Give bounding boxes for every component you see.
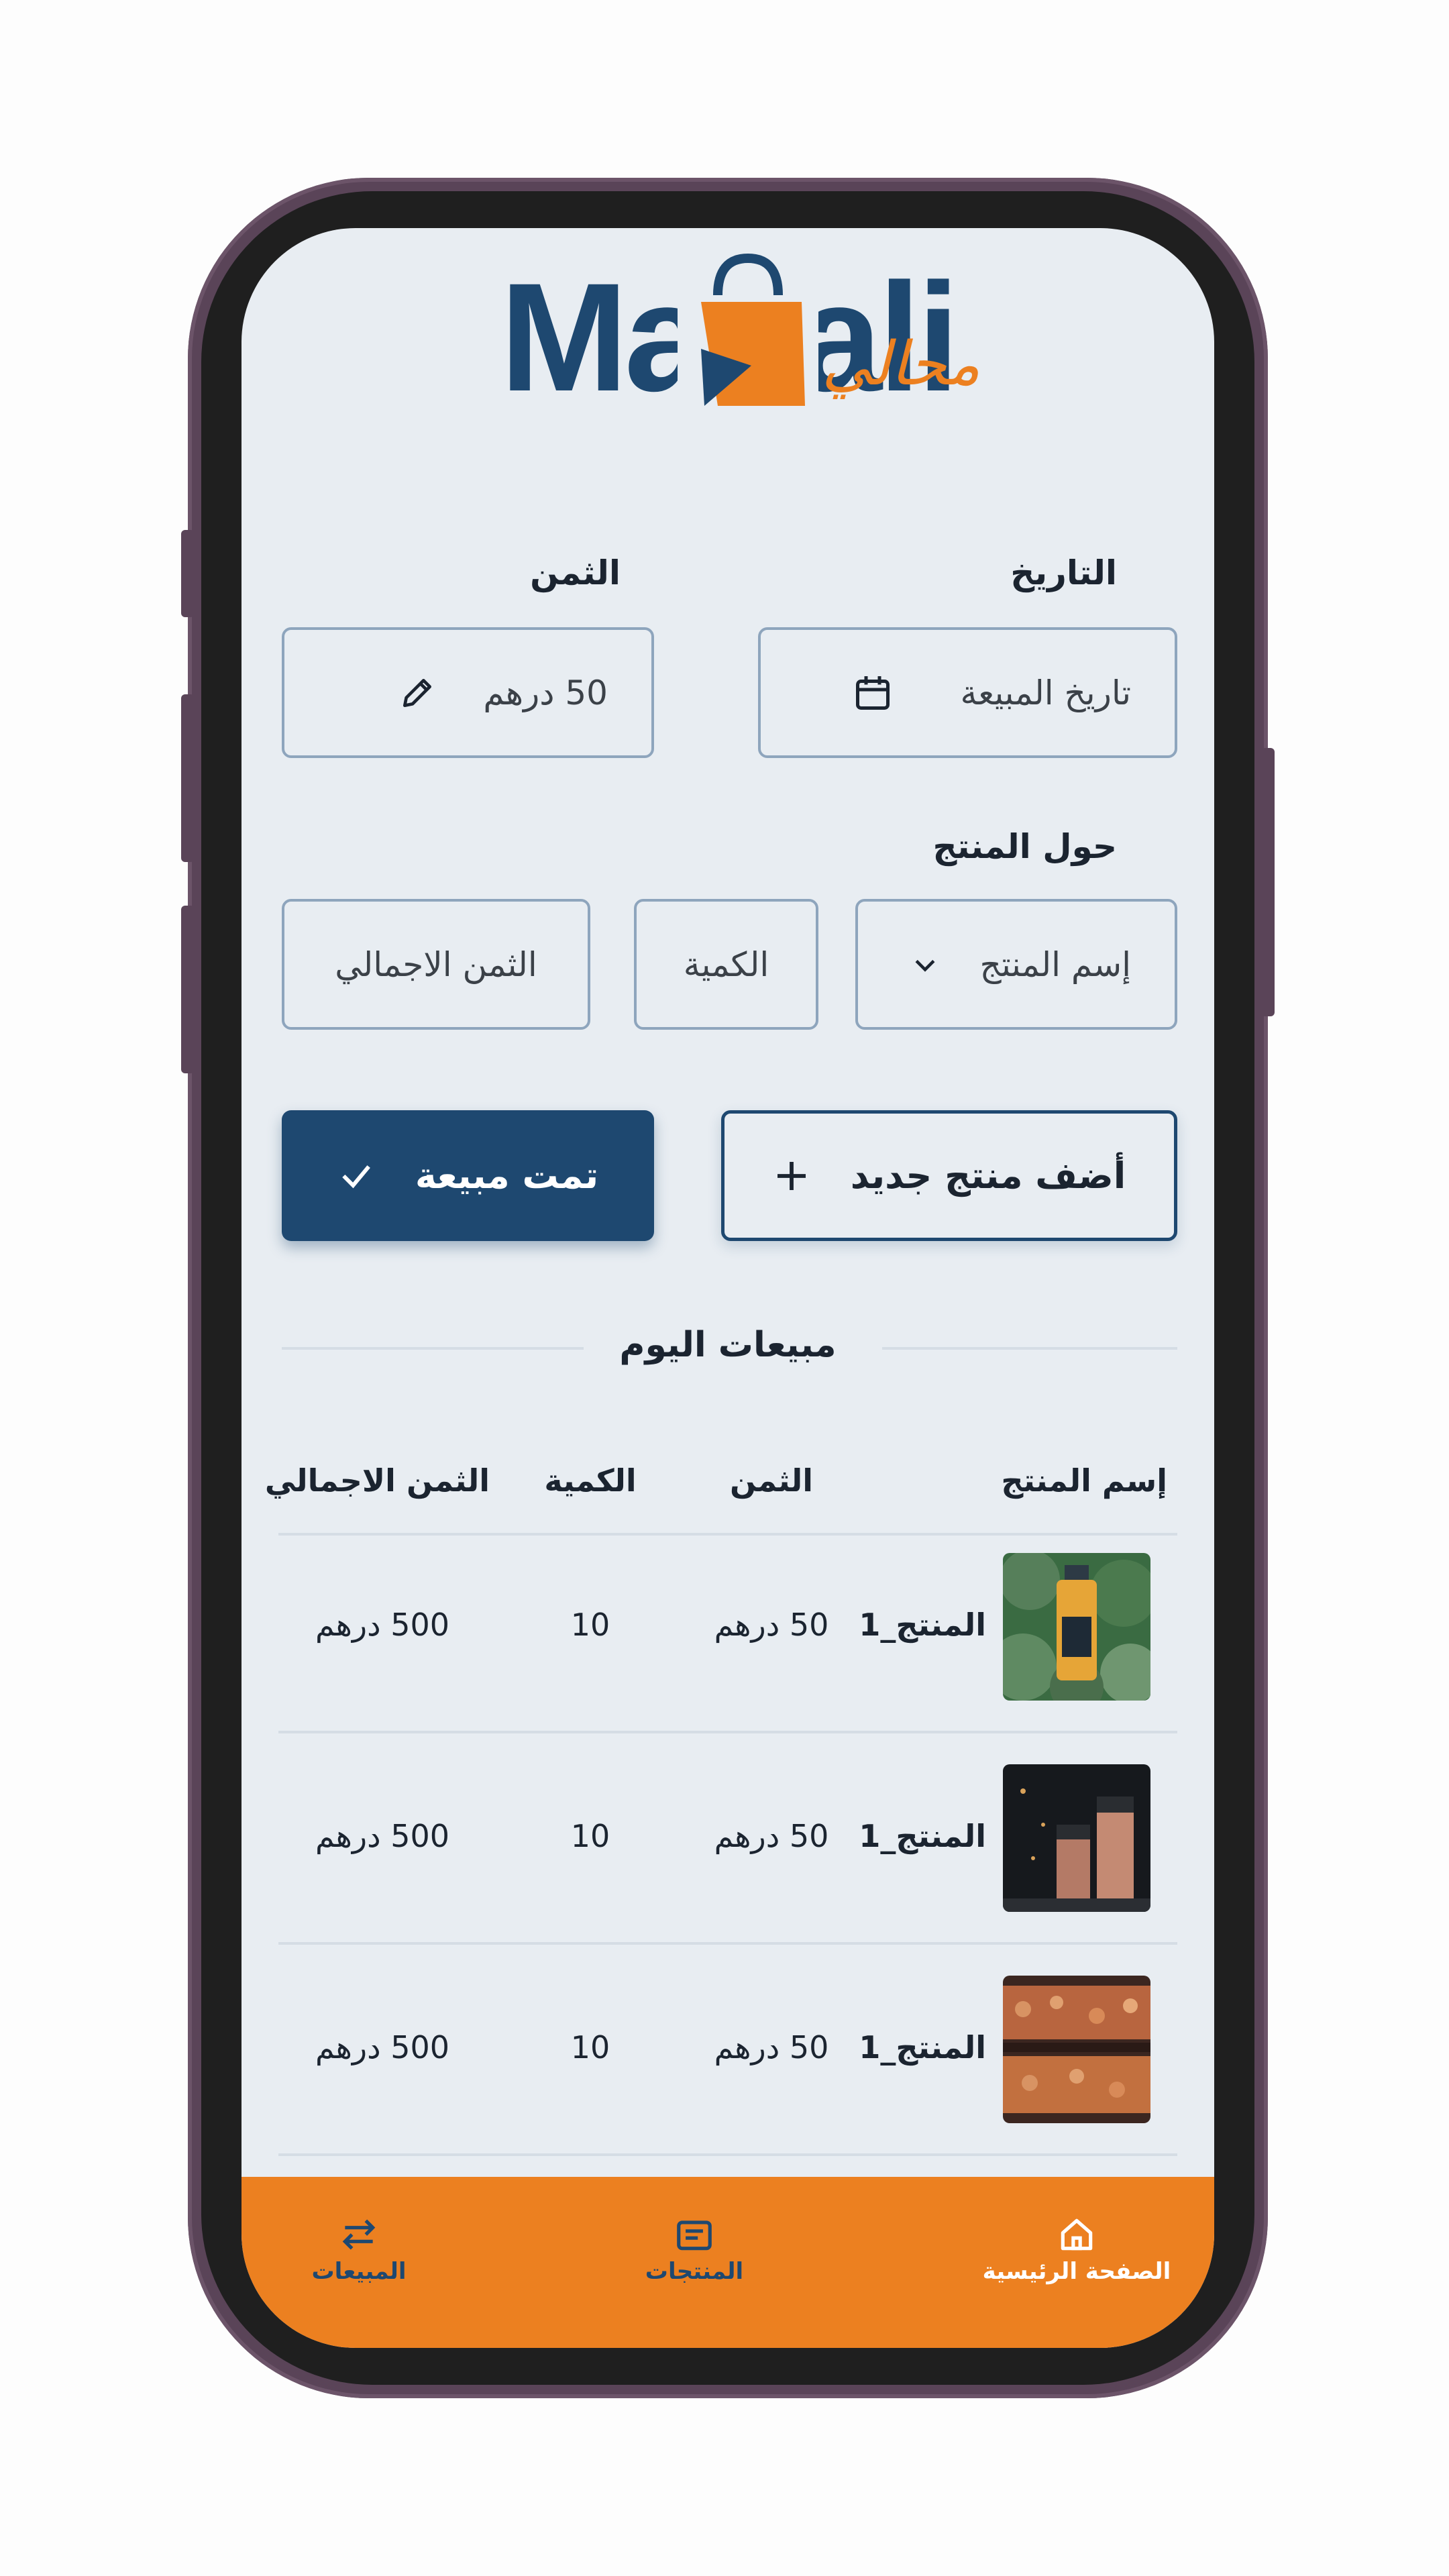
product-quantity: 10 (570, 1607, 610, 1643)
product-price: 50 درهم (714, 1818, 829, 1854)
product-thumbnail (1003, 1764, 1150, 1912)
calendar-icon (856, 676, 890, 710)
bottom-navbar: الصفحة الرئيسية المنتجات المبيعات (241, 2177, 1214, 2348)
product-name: المنتج_1 (859, 2029, 986, 2065)
nav-label-home: الصفحة الرئيسية (982, 2258, 1171, 2285)
check-icon (342, 1165, 370, 1188)
price-label: الثمن (530, 553, 621, 592)
add-product-button[interactable]: أضف منتج جديد (721, 1110, 1177, 1241)
row-divider (278, 2153, 1177, 2156)
pencil-icon (403, 678, 432, 707)
row-divider (278, 1731, 1177, 1733)
quantity-placeholder: الكمية (683, 945, 769, 984)
product-thumbnail (1003, 1553, 1150, 1701)
row-divider (278, 1942, 1177, 1945)
product-total: 500 درهم (315, 1607, 449, 1643)
phone-side-button (1261, 748, 1275, 1016)
product-name: المنتج_1 (859, 1818, 986, 1854)
sale-date-field[interactable]: تاريخ المبيعة (758, 627, 1177, 758)
product-section-label: حول المنتج (932, 827, 1117, 866)
price-field[interactable]: 50 درهم (282, 627, 654, 758)
nav-item-home[interactable]: الصفحة الرئيسية (966, 2214, 1187, 2285)
product-name-select[interactable]: إسم المنتج (855, 899, 1177, 1030)
sale-done-button[interactable]: تمت مبيعة (282, 1110, 654, 1241)
sale-date-placeholder: تاريخ المبيعة (960, 673, 1131, 712)
today-sales-title: مبيعات اليوم (619, 1325, 837, 1365)
product-name: المنتج_1 (859, 1607, 986, 1643)
table-row[interactable]: المنتج_1 50 درهم 10 500 درهم (241, 1553, 1214, 1701)
product-quantity: 10 (570, 1818, 610, 1854)
juice-bottle-image (1003, 1553, 1150, 1701)
nuts-jars-image (1003, 1976, 1150, 2123)
chevron-down-icon (915, 959, 935, 972)
nav-label-sales: المبيعات (311, 2258, 407, 2285)
table-row[interactable]: المنتج_1 50 درهم 10 500 درهم (241, 1976, 1214, 2123)
nav-item-sales[interactable]: المبيعات (292, 2214, 426, 2285)
product-total: 500 درهم (315, 1818, 449, 1854)
quantity-field[interactable]: الكمية (634, 899, 818, 1030)
title-divider-left (282, 1347, 584, 1350)
date-label: التاريخ (1010, 553, 1117, 592)
header-divider (278, 1533, 1177, 1536)
product-price: 50 درهم (714, 1607, 829, 1643)
column-header-price: الثمن (729, 1462, 814, 1499)
product-name-placeholder: إسم المنتج (979, 945, 1131, 984)
phone-side-button (181, 530, 195, 617)
phone-side-button (181, 906, 195, 1073)
table-row[interactable]: المنتج_1 50 درهم 10 500 درهم (241, 1764, 1214, 1912)
nav-item-products[interactable]: المنتجات (607, 2214, 782, 2285)
title-divider-right (882, 1347, 1177, 1350)
add-product-label: أضف منتج جديد (850, 1155, 1126, 1197)
dark-bottles-image (1003, 1764, 1150, 1912)
column-header-name: إسم المنتج (1001, 1462, 1167, 1499)
column-header-total: الثمن الاجمالي (264, 1462, 490, 1499)
product-thumbnail (1003, 1976, 1150, 2123)
total-price-field[interactable]: الثمن الاجمالي (282, 899, 590, 1030)
nav-label-products: المنتجات (645, 2258, 744, 2285)
total-price-placeholder: الثمن الاجمالي (335, 945, 537, 984)
column-header-quantity: الكمية (544, 1462, 637, 1499)
app-logo: Mahali محالي (500, 248, 980, 429)
swap-arrows-icon (342, 2219, 376, 2250)
product-price: 50 درهم (714, 2029, 829, 2065)
products-icon (677, 2220, 712, 2251)
plus-icon (777, 1161, 806, 1190)
price-value: 50 درهم (483, 673, 608, 712)
shopping-bag-icon (678, 248, 818, 416)
home-icon (1061, 2218, 1093, 2251)
product-quantity: 10 (570, 2029, 610, 2065)
sale-done-label: تمت مبيعة (415, 1155, 599, 1197)
product-total: 500 درهم (315, 2029, 449, 2065)
app-screen: Mahali محالي التاريخ الثمن تاريخ المبيعة… (241, 228, 1214, 2348)
phone-side-button (181, 694, 195, 862)
logo-arabic-text: محالي (822, 329, 981, 399)
